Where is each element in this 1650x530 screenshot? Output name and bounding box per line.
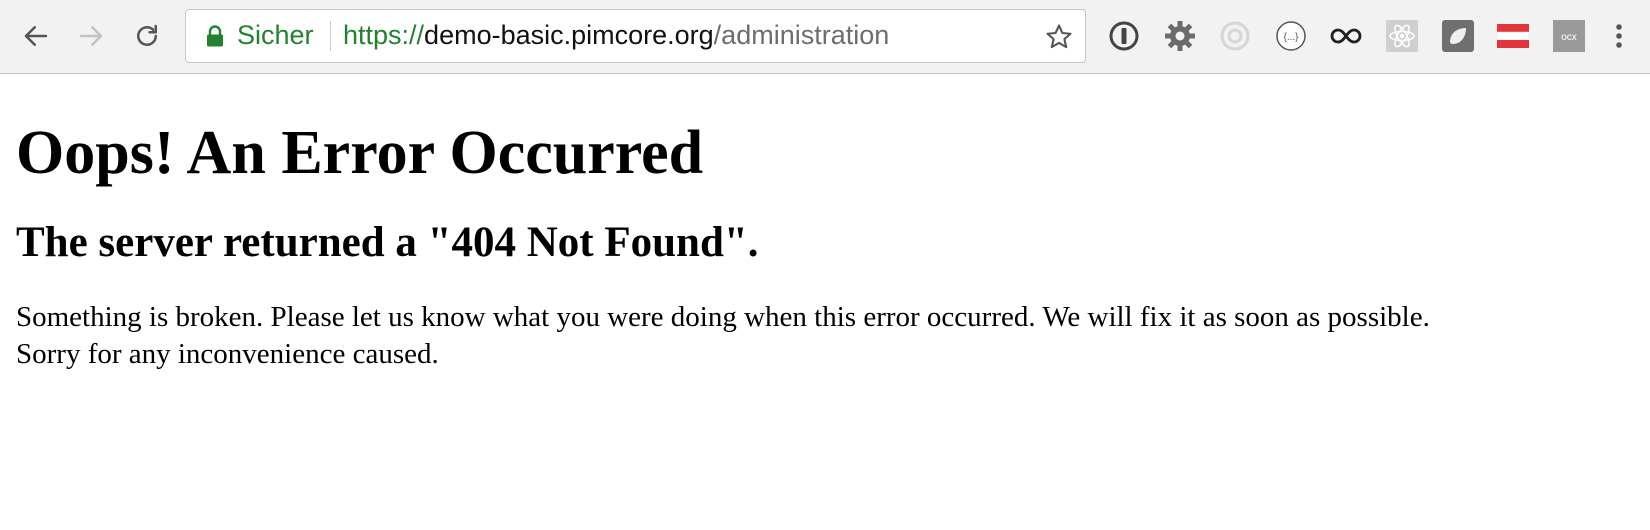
shape-extension-button[interactable] — [1441, 19, 1475, 53]
infinity-extension-icon — [1330, 28, 1362, 44]
error-page: Oops! An Error Occurred The server retur… — [16, 113, 1636, 373]
bookmark-star-icon[interactable] — [1044, 22, 1074, 52]
error-message-line: Something is broken. Please let us know … — [16, 301, 1430, 333]
target-extension-button[interactable] — [1218, 19, 1252, 53]
flag-extension-icon — [1496, 24, 1530, 48]
gear-extension-button[interactable] — [1163, 19, 1197, 53]
gear-extension-icon — [1165, 21, 1195, 51]
security-label[interactable]: Sicher — [237, 20, 314, 51]
error-subheading: The server returned a "404 Not Found". — [16, 219, 759, 266]
error-message: Something is broken. Please let us know … — [16, 299, 1636, 373]
svg-text:{...}: {...} — [1283, 32, 1299, 43]
password-manager-button[interactable] — [1107, 19, 1141, 53]
error-heading: Oops! An Error Occurred — [16, 119, 704, 187]
ocx-extension-button[interactable]: ocx — [1552, 19, 1586, 53]
json-formatter-button[interactable]: {...} — [1274, 19, 1308, 53]
browser-menu-button[interactable] — [1602, 19, 1636, 53]
svg-text:ocx: ocx — [1561, 32, 1577, 43]
react-devtools-icon — [1386, 20, 1418, 52]
reload-icon — [137, 24, 157, 46]
json-formatter-icon: {...} — [1276, 21, 1306, 51]
target-extension-icon — [1220, 21, 1250, 51]
omnibox-divider — [330, 21, 331, 51]
password-manager-icon — [1109, 21, 1139, 51]
lock-icon — [207, 25, 223, 47]
error-message-line: Sorry for any inconvenience caused. — [16, 338, 439, 370]
browser-toolbar: Sicher https://demo-basic.pimcore.org/ad… — [0, 0, 1650, 74]
ocx-extension-icon: ocx — [1553, 20, 1585, 52]
url-path: /administration — [713, 20, 890, 50]
flag-extension-button[interactable] — [1496, 19, 1530, 53]
url-text[interactable]: https://demo-basic.pimcore.org/administr… — [343, 20, 889, 51]
shape-extension-icon — [1442, 20, 1474, 52]
forward-button[interactable] — [72, 17, 110, 55]
forward-arrow-icon — [79, 26, 103, 46]
back-arrow-icon — [24, 26, 48, 46]
infinity-extension-button[interactable] — [1329, 19, 1363, 53]
url-host: demo-basic.pimcore.org — [424, 20, 714, 50]
url-scheme: https:// — [343, 20, 425, 50]
address-bar[interactable]: Sicher https://demo-basic.pimcore.org/ad… — [185, 9, 1086, 63]
menu-kebab-icon — [1616, 24, 1622, 48]
back-button[interactable] — [17, 17, 55, 55]
react-devtools-button[interactable] — [1385, 19, 1419, 53]
reload-button[interactable] — [128, 17, 166, 55]
